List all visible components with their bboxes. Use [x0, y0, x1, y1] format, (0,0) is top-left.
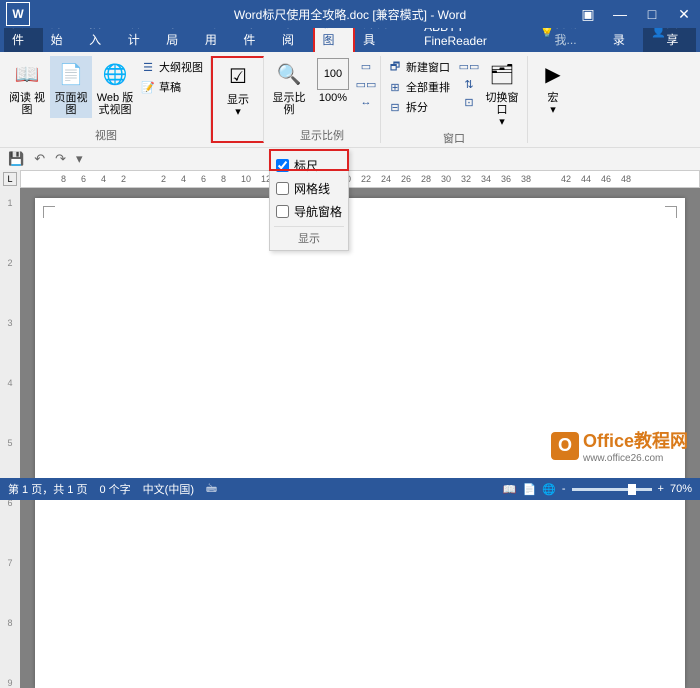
- ruler-checkbox-row[interactable]: 标尺: [274, 154, 344, 177]
- watermark-logo-icon: O: [551, 432, 579, 460]
- zoom-slider[interactable]: [572, 488, 652, 491]
- qat-more-icon[interactable]: ▾: [74, 151, 85, 167]
- title-bar: W Word标尺使用全攻略.doc [兼容模式] - Word ▣ — □ ✕: [0, 0, 700, 28]
- page-count[interactable]: 第 1 页，共 1 页: [8, 481, 87, 497]
- group-label-window: 窗口: [443, 130, 465, 146]
- redo-icon[interactable]: ↷: [53, 151, 68, 167]
- web-layout-button[interactable]: 🌐Web 版式视图: [94, 56, 136, 118]
- margin-corner-icon: [43, 206, 55, 218]
- split-button[interactable]: ⊟拆分: [385, 98, 453, 116]
- new-window-button[interactable]: 🗗新建窗口: [385, 58, 453, 76]
- status-bar: 第 1 页，共 1 页 0 个字 中文(中国) 🖮 📖 📄 🌐 - + 70%: [0, 478, 700, 500]
- print-layout-icon[interactable]: 📄: [522, 483, 536, 496]
- macro-button[interactable]: ▶宏▾: [532, 56, 574, 118]
- document-title: Word标尺使用全攻略.doc [兼容模式] - Word: [234, 6, 466, 23]
- outline-view-button[interactable]: ☰大纲视图: [138, 58, 206, 76]
- word-count[interactable]: 0 个字: [99, 481, 130, 497]
- gridlines-checkbox[interactable]: [276, 182, 289, 195]
- sync-scroll-button[interactable]: ⇅: [459, 76, 479, 92]
- read-mode-icon[interactable]: 📖: [503, 483, 517, 496]
- zoom-button[interactable]: 🔍显示比例: [268, 56, 310, 118]
- group-macro: ▶宏▾: [528, 56, 578, 143]
- zoom-out-button[interactable]: -: [562, 483, 566, 495]
- draft-view-button[interactable]: 📝草稿: [138, 78, 206, 96]
- ribbon: 📖阅读 视图 📄页面视图 🌐Web 版式视图 ☰大纲视图 📝草稿 视图 ☑显示▾…: [0, 52, 700, 148]
- arrange-all-button[interactable]: ⊞全部重排: [385, 78, 453, 96]
- switch-window-button[interactable]: 🗂切换窗口▾: [481, 56, 523, 130]
- ime-icon[interactable]: 🖮: [206, 480, 217, 499]
- vertical-ruler[interactable]: 123456789: [0, 188, 20, 688]
- word-app-icon: W: [6, 2, 30, 26]
- web-layout-icon[interactable]: 🌐: [542, 483, 556, 496]
- gridlines-checkbox-row[interactable]: 网格线: [274, 177, 344, 200]
- show-dropdown-panel: 标尺 网格线 导航窗格 显示: [269, 149, 349, 251]
- dropdown-footer: 显示: [274, 226, 344, 246]
- zoom-100-button[interactable]: 100100%: [312, 56, 354, 106]
- group-show: ☑显示▾: [211, 56, 264, 143]
- read-mode-button[interactable]: 📖阅读 视图: [6, 56, 48, 118]
- group-label-views: 视图: [95, 127, 117, 143]
- close-button[interactable]: ✕: [668, 0, 700, 28]
- show-dropdown-button[interactable]: ☑显示▾: [217, 58, 259, 120]
- ribbon-options-icon[interactable]: ▣: [572, 0, 604, 28]
- navpane-checkbox-row[interactable]: 导航窗格: [274, 200, 344, 223]
- group-label-zoom: 显示比例: [300, 127, 344, 143]
- ruler-checkbox[interactable]: [276, 159, 289, 172]
- zoom-level[interactable]: 70%: [670, 483, 692, 495]
- ruler-area: L 86422468101214161820222426283032343638…: [0, 170, 700, 188]
- navpane-checkbox[interactable]: [276, 205, 289, 218]
- maximize-button[interactable]: □: [636, 0, 668, 28]
- undo-icon[interactable]: ↶: [32, 151, 47, 167]
- multi-page-button[interactable]: ▭▭: [356, 76, 376, 92]
- language-status[interactable]: 中文(中国): [143, 481, 194, 497]
- view-side-button[interactable]: ▭▭: [459, 58, 479, 74]
- horizontal-ruler[interactable]: 8642246810121416182022242628303234363842…: [20, 170, 700, 188]
- quick-access-toolbar: 💾 ↶ ↷ ▾: [0, 148, 700, 170]
- page-width-button[interactable]: ↔: [356, 94, 376, 110]
- tab-selector[interactable]: L: [3, 172, 17, 186]
- one-page-button[interactable]: ▭: [356, 58, 376, 74]
- menu-bar: 文件 开始 插入 设计 布局 引用 邮件 审阅 视图 开发工具 ABBYY Fi…: [0, 28, 700, 52]
- watermark: O Office教程网www.office26.com: [551, 427, 688, 464]
- zoom-in-button[interactable]: +: [658, 483, 664, 495]
- margin-corner-icon: [665, 206, 677, 218]
- reset-window-button[interactable]: ⊡: [459, 94, 479, 110]
- minimize-button[interactable]: —: [604, 0, 636, 28]
- group-window: 🗗新建窗口 ⊞全部重排 ⊟拆分 ▭▭ ⇅ ⊡ 🗂切换窗口▾ 窗口: [381, 56, 528, 143]
- group-zoom: 🔍显示比例 100100% ▭ ▭▭ ↔ 显示比例: [264, 56, 381, 143]
- print-layout-button[interactable]: 📄页面视图: [50, 56, 92, 118]
- group-views: 📖阅读 视图 📄页面视图 🌐Web 版式视图 ☰大纲视图 📝草稿 视图: [2, 56, 211, 143]
- save-icon[interactable]: 💾: [6, 151, 26, 167]
